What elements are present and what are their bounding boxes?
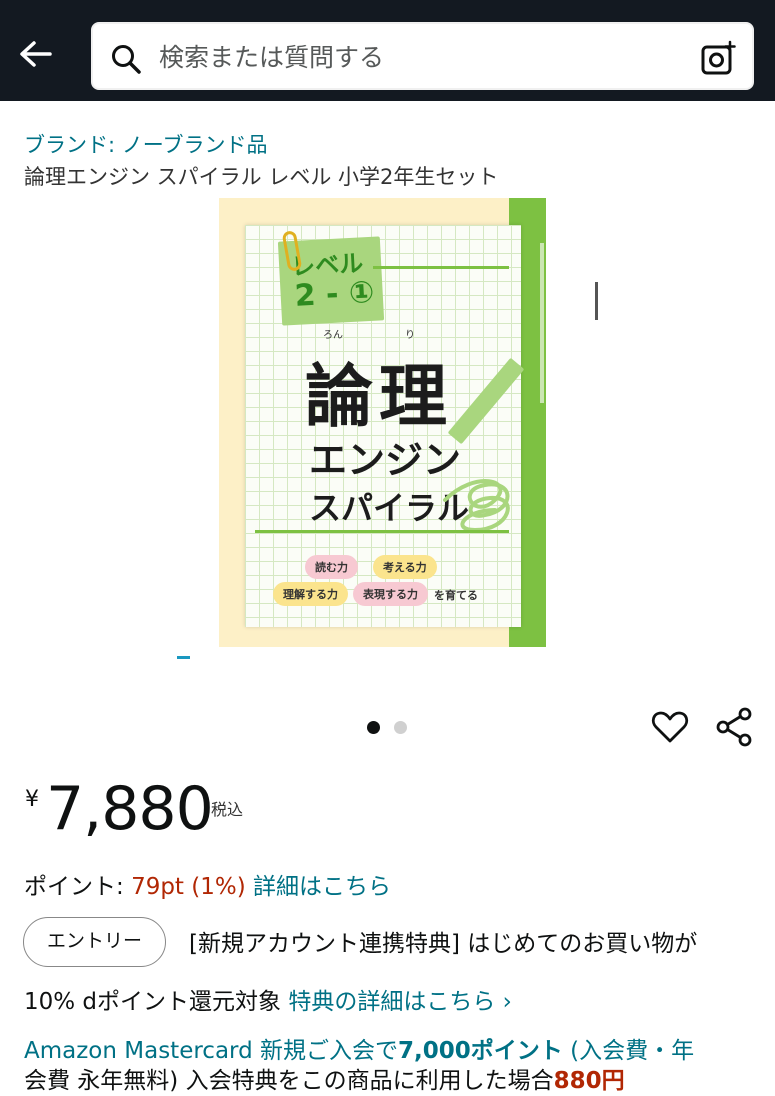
cover-title-kanji: 論理 [305, 358, 454, 437]
image-scroll-mark [595, 282, 598, 320]
tax-label: 税込 [211, 800, 244, 819]
image-indicator [177, 656, 190, 659]
heart-icon[interactable] [650, 707, 690, 747]
promo-details-link[interactable]: 特典の詳細はこちら › [288, 989, 512, 1015]
back-arrow-icon[interactable] [14, 32, 58, 76]
points-value: 79pt [131, 874, 184, 900]
spiral-icon [443, 479, 510, 533]
search-bar[interactable]: 検索または質問する [91, 22, 754, 90]
product-title: 論理エンジン スパイラル レベル 小学2年生セット [24, 165, 499, 189]
carousel-dot[interactable] [394, 721, 407, 734]
top-bar: 検索または質問する [0, 0, 775, 101]
currency-symbol: ¥ [25, 787, 39, 812]
share-icon[interactable] [714, 706, 754, 748]
promo-text: [新規アカウント連携特典] はじめてのお買い物が [189, 931, 698, 957]
carousel-dot-active[interactable] [367, 721, 380, 734]
search-icon [109, 42, 143, 76]
book-cover: レベル 2 - ① ろん り 論理 エンジン スパイラル 読む力 考える力 理解… [245, 225, 525, 627]
product-image[interactable]: レベル 2 - ① ろん り 論理 エンジン スパイラル 読む力 考える力 理解… [219, 198, 546, 647]
search-input[interactable]: 検索または質問する [159, 41, 384, 75]
points-row: ポイント: 79pt (1%) 詳細はこちら [24, 874, 392, 900]
brand-link[interactable]: ブランド: ノーブランド品 [24, 129, 268, 159]
promo-text-2: 10% dポイント還元対象 特典の詳細はこちら › [24, 989, 512, 1015]
points-details-link[interactable]: 詳細はこちら [253, 874, 391, 900]
price-amount: 7,880 [46, 774, 214, 844]
entry-button[interactable]: エントリー [23, 917, 166, 967]
camera-search-icon[interactable] [700, 39, 738, 77]
mastercard-promo[interactable]: Amazon Mastercard 新規ご入会で7,000ポイント (入会費・年… [24, 1036, 764, 1096]
points-percent: (1%) [191, 874, 246, 900]
